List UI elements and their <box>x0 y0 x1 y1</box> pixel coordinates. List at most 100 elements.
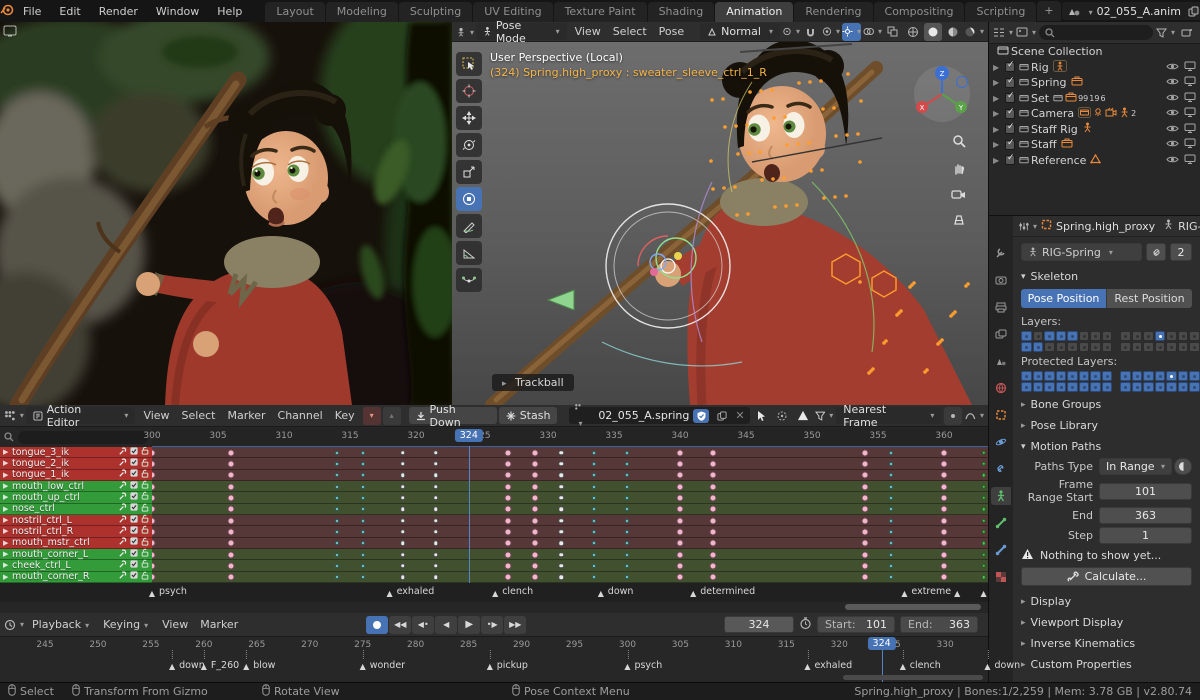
keyframe-extreme[interactable] <box>676 517 684 525</box>
dope-mode-dropdown[interactable]: Action Editor <box>25 403 136 429</box>
dope-menu-select[interactable]: Select <box>176 409 222 422</box>
keyframe-keyframe[interactable] <box>400 551 406 558</box>
keyframe-extreme[interactable] <box>940 573 948 581</box>
keyframe-extreme[interactable] <box>709 551 717 559</box>
keyframe-extreme[interactable] <box>676 539 684 547</box>
dope-ruler[interactable]: 3003053103153203253303353403453503553603… <box>143 428 988 446</box>
protected-layer-toggle[interactable] <box>1067 371 1078 381</box>
channel-search[interactable] <box>0 428 152 446</box>
channel-lock-icon[interactable] <box>141 469 149 481</box>
ghost-down-button[interactable]: ▾ <box>362 406 381 425</box>
channel-mouth_corner_R[interactable]: ▶ mouth_corner_R <box>0 571 152 583</box>
scene-selector[interactable]: 02_055_A.anim ✕ <box>1061 2 1200 20</box>
keyframe-extreme[interactable] <box>676 471 684 479</box>
channel-enable-checkbox[interactable] <box>130 526 138 537</box>
layer-toggle[interactable] <box>1131 342 1142 352</box>
hide-eye-icon[interactable] <box>1166 61 1179 74</box>
marker-exhaled[interactable] <box>387 589 393 599</box>
viewport-menu-pose[interactable]: Pose <box>653 25 690 38</box>
channel-lock-icon[interactable] <box>141 503 149 515</box>
keyframe-extreme[interactable] <box>504 573 512 581</box>
keyframe-extreme[interactable] <box>531 573 539 581</box>
collection-checkbox[interactable] <box>1005 122 1015 135</box>
properties-tab-view-layer[interactable] <box>991 325 1011 343</box>
keyframe-breakdown[interactable] <box>592 473 597 478</box>
hide-eye-icon[interactable] <box>1166 76 1179 89</box>
expand-arrow-icon[interactable]: ▶ <box>993 140 1005 149</box>
layer-toggle[interactable] <box>1154 331 1165 341</box>
panel-motion-paths[interactable]: Motion Paths <box>1021 437 1192 456</box>
timeline-ruler[interactable]: 245 250 255 260 265 270 275 280 285 290 295 300 305 3… <box>0 637 1020 682</box>
channel-lock-icon[interactable] <box>141 548 149 560</box>
keyframe-extreme[interactable] <box>504 494 512 502</box>
keyframe-breakdown[interactable] <box>361 518 366 523</box>
channel-enable-checkbox[interactable] <box>130 571 138 582</box>
armature-data-field[interactable]: RIG-Spring <box>1021 243 1142 261</box>
keyframe-extreme[interactable] <box>152 562 156 570</box>
snap-mode-dropdown[interactable]: Nearest Frame <box>836 403 942 429</box>
unlink-action-button[interactable]: ✕ <box>735 409 744 422</box>
keyframe-breakdown[interactable] <box>361 575 366 580</box>
protected-layer-toggle[interactable] <box>1120 382 1131 392</box>
keyframe-row-tongue_2_ik[interactable] <box>152 458 988 470</box>
timeline-menu-view[interactable]: View <box>156 618 194 631</box>
keyframe-breakdown[interactable] <box>889 529 894 534</box>
protected-layer-toggle[interactable] <box>1143 371 1154 381</box>
protected-layer-toggle[interactable] <box>1055 371 1066 381</box>
keyframe-keyframe[interactable] <box>400 529 406 535</box>
modifier-wrench-icon[interactable] <box>119 469 127 480</box>
keyframe-row-mouth_up_ctrl[interactable] <box>152 492 988 504</box>
properties-tab-tool[interactable] <box>991 244 1011 262</box>
topbar-menu-edit[interactable]: Edit <box>50 5 89 18</box>
falloff-dropdown[interactable] <box>965 407 984 425</box>
keyframe-extreme[interactable] <box>152 460 156 468</box>
keyframe-breakdown[interactable] <box>361 529 366 534</box>
mode-dropdown[interactable]: Pose Mode <box>476 19 567 45</box>
ghost-up-button[interactable]: ▴ <box>382 406 401 425</box>
keyframe-extreme[interactable] <box>676 449 684 457</box>
timeline-marker-wonder[interactable] <box>360 650 366 672</box>
hide-eye-icon[interactable] <box>1166 92 1179 105</box>
keyframe-keyframe[interactable] <box>400 483 406 490</box>
layer-toggle[interactable] <box>1067 342 1078 352</box>
modifier-wrench-icon[interactable] <box>119 560 127 571</box>
keyframe-breakdown[interactable] <box>361 495 366 500</box>
keyframe-extreme[interactable] <box>152 449 156 457</box>
keyframe-extreme[interactable] <box>531 517 539 525</box>
hide-eye-icon[interactable] <box>1166 107 1179 120</box>
keyframe-extreme[interactable] <box>531 494 539 502</box>
keyframe-extreme[interactable] <box>531 471 539 479</box>
channel-lock-icon[interactable] <box>141 525 149 537</box>
keying-menu[interactable]: Keying <box>97 618 154 631</box>
properties-tab-scene[interactable] <box>991 352 1011 370</box>
keyframe-extreme[interactable] <box>940 539 948 547</box>
timeline-marker-pickup[interactable] <box>487 650 493 672</box>
keyframe-extreme[interactable] <box>152 494 156 502</box>
channel-expand-icon[interactable]: ▶ <box>3 573 12 581</box>
outliner-row-reference[interactable]: ▶ Reference <box>989 153 1200 169</box>
timeline-editor-type-button[interactable] <box>4 616 24 634</box>
keyframe-breakdown[interactable] <box>625 495 630 500</box>
keyframe-extreme[interactable] <box>152 505 156 513</box>
dope-scrollbar-handle[interactable] <box>845 604 981 610</box>
keyframe-breakdown[interactable] <box>592 575 597 580</box>
layer-toggle[interactable] <box>1189 331 1200 341</box>
keyframe-breakdown[interactable] <box>625 552 630 557</box>
rest-position-button[interactable]: Rest Position <box>1106 289 1192 308</box>
protected-layer-toggle[interactable] <box>1143 382 1154 392</box>
select-cursor-icon[interactable] <box>752 407 770 425</box>
tool-cursor[interactable] <box>456 79 482 103</box>
channel-lock-icon[interactable] <box>141 458 149 470</box>
keyframe-breakdown[interactable] <box>625 575 630 580</box>
frame-range-start-input[interactable]: 101 <box>1099 482 1192 500</box>
keyframe-extreme[interactable] <box>940 460 948 468</box>
keyframe-extreme[interactable] <box>227 551 235 559</box>
keyframe-extreme[interactable] <box>152 483 156 491</box>
keyframe-extreme[interactable] <box>861 573 869 581</box>
keyframe-keyframe[interactable] <box>558 563 564 569</box>
keyframe-row-nose_ctrl[interactable] <box>152 503 988 515</box>
keyframe-breakdown[interactable] <box>625 541 630 546</box>
frame-end-input[interactable]: End: 363 <box>900 616 978 633</box>
keyframe-keyframe[interactable] <box>433 461 439 467</box>
channel-expand-icon[interactable]: ▶ <box>3 527 12 535</box>
